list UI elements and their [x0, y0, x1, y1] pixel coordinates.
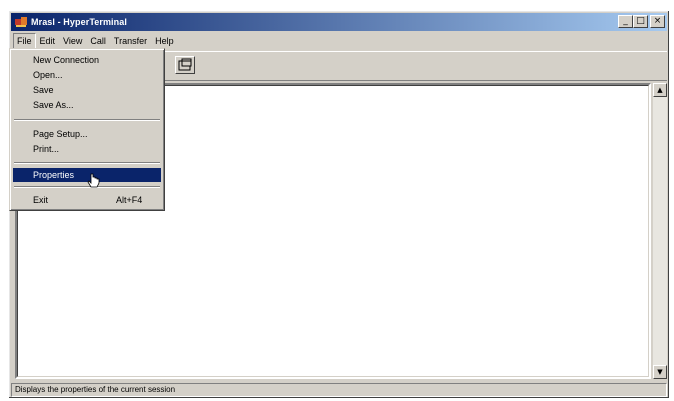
hyperterminal-app-icon[interactable]	[14, 16, 28, 28]
scroll-down-button[interactable]: ▼	[653, 365, 667, 379]
menu-transfer[interactable]: Transfer	[110, 34, 151, 49]
scroll-up-button[interactable]: ▲	[653, 83, 667, 97]
vertical-scrollbar[interactable]: ▲ ▼	[653, 83, 667, 379]
menu-item-open[interactable]: Open...	[13, 68, 161, 82]
close-button[interactable]: ×	[650, 15, 665, 28]
menu-item-label: Save As...	[33, 100, 74, 110]
menu-item-exit[interactable]: Exit Alt+F4	[13, 193, 161, 207]
menu-item-print[interactable]: Print...	[13, 142, 161, 156]
menu-bar: File Edit View Call Transfer Help	[13, 32, 178, 50]
maximize-button[interactable]: □	[633, 15, 648, 28]
menu-separator	[14, 162, 160, 164]
menu-item-new-connection[interactable]: New Connection	[13, 53, 161, 67]
menu-file[interactable]: File	[13, 32, 36, 50]
hand-cursor-icon	[87, 173, 100, 188]
window-title: Mrasl - HyperTerminal	[31, 17, 127, 27]
menu-item-label: New Connection	[33, 55, 100, 65]
menu-item-label: Exit	[33, 195, 49, 205]
minimize-button[interactable]: _	[618, 15, 633, 28]
menu-view[interactable]: View	[59, 34, 86, 49]
menu-help[interactable]: Help	[151, 34, 178, 49]
menu-item-save[interactable]: Save	[13, 83, 161, 97]
menu-item-label: Page Setup...	[33, 129, 88, 139]
menu-edit[interactable]: Edit	[36, 34, 60, 49]
menu-item-save-as[interactable]: Save As...	[13, 98, 161, 112]
menu-call[interactable]: Call	[86, 34, 110, 49]
menu-item-label: Properties	[33, 170, 75, 180]
menu-item-label: Print...	[33, 144, 60, 154]
window-controls: _ □ ×	[618, 15, 665, 28]
menu-item-label: Save	[33, 85, 54, 95]
title-bar[interactable]: Mrasl - HyperTerminal _ □ ×	[11, 13, 667, 31]
status-bar: Displays the properties of the current s…	[11, 383, 667, 397]
properties-toolbar-button[interactable]	[175, 56, 195, 74]
menu-item-shortcut: Alt+F4	[116, 195, 143, 205]
properties-icon	[178, 58, 192, 71]
menu-item-label: Open...	[33, 70, 63, 80]
menu-separator	[14, 119, 160, 121]
menu-item-page-setup[interactable]: Page Setup...	[13, 127, 161, 141]
